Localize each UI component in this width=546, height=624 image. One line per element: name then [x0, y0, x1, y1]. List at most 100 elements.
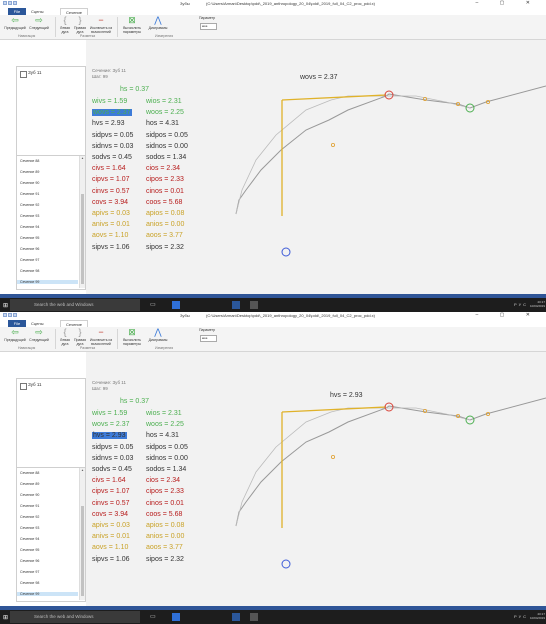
taskbar-search[interactable]: Search the web and Windows — [10, 611, 140, 623]
tooth-checkbox[interactable] — [20, 71, 27, 78]
measure-value[interactable]: cios = 2.34 — [146, 477, 180, 484]
word-icon[interactable] — [232, 301, 240, 309]
scroll-up-icon[interactable]: ▲ — [80, 156, 85, 160]
measure-value[interactable]: cipvs = 1.07 — [92, 488, 130, 495]
scroll-thumb[interactable] — [81, 506, 84, 596]
task-view-icon[interactable]: ▭ — [150, 301, 158, 309]
measure-value[interactable]: aoos = 3.77 — [146, 544, 183, 551]
measure-value[interactable]: aovs = 1.10 — [92, 544, 128, 551]
measure-value[interactable]: sidnos = 0.00 — [146, 143, 188, 150]
measure-value[interactable]: hvs = 2.93 — [92, 432, 127, 440]
measure-value[interactable]: cipvs = 1.07 — [92, 176, 130, 183]
section-list-item[interactable]: Сечение 94 — [20, 225, 39, 229]
measure-value[interactable]: wios = 2.31 — [146, 98, 182, 105]
measure-value[interactable]: apios = 0.08 — [146, 210, 184, 217]
window-controls[interactable]: – ▢ ✕ — [476, 312, 540, 318]
section-list-item[interactable]: Сечение 91 — [20, 192, 39, 196]
scroll-up-icon[interactable]: ▲ — [80, 468, 85, 472]
section-list-item[interactable]: Сечение 91 — [20, 504, 39, 508]
left-arc-button[interactable]: {Левая дуга — [58, 328, 72, 347]
section-list-item[interactable]: Сечение 97 — [20, 258, 39, 262]
exclude-button[interactable]: − Исключить из вычислений — [88, 328, 114, 347]
section-list-item[interactable]: Сечение 88 — [20, 471, 39, 475]
system-tray[interactable]: РУС — [514, 302, 528, 307]
taskbar-search[interactable]: Search the web and Windows — [10, 299, 140, 311]
app-taskbar-icon[interactable] — [250, 613, 258, 621]
tab-scenes[interactable]: Сцены — [26, 320, 48, 327]
compute-button[interactable]: ⊠ Вычислить параметры — [120, 328, 144, 347]
prev-button[interactable]: ⇦ Предыдущий — [4, 16, 26, 31]
parameter-select[interactable]: wos — [200, 23, 217, 30]
measure-value[interactable]: woos = 2.25 — [146, 421, 184, 428]
measure-value[interactable]: sidnvs = 0.03 — [92, 143, 133, 150]
measure-value[interactable]: cinvs = 0.57 — [92, 500, 130, 507]
left-arc-button[interactable]: {Левая дуга — [58, 16, 72, 35]
measure-value[interactable]: sidpos = 0.05 — [146, 444, 188, 451]
measure-value[interactable]: apivs = 0.03 — [92, 522, 130, 529]
word-icon[interactable] — [232, 613, 240, 621]
measure-value[interactable]: sidnos = 0.00 — [146, 455, 188, 462]
dropdown-icon[interactable] — [13, 1, 17, 5]
diagrams-button[interactable]: ⋀ Диаграммы — [146, 328, 170, 343]
task-view-icon[interactable]: ▭ — [150, 613, 158, 621]
measure-value[interactable]: civs = 1.64 — [92, 477, 126, 484]
section-list-item[interactable]: Сечение 92 — [20, 515, 39, 519]
section-list-item[interactable]: Сечение 92 — [20, 203, 39, 207]
windows-start-icon[interactable]: ⊞ — [3, 302, 8, 309]
prev-button[interactable]: ⇦ Предыдущий — [4, 328, 26, 343]
scroll-thumb[interactable] — [81, 194, 84, 284]
measure-value[interactable]: sidpos = 0.05 — [146, 132, 188, 139]
measure-value[interactable]: covs = 3.94 — [92, 199, 128, 206]
section-list-scrollbar[interactable]: ▲ — [79, 156, 85, 288]
measure-value[interactable]: wivs = 1.59 — [92, 410, 127, 417]
measure-value[interactable]: sodvs = 0.45 — [92, 154, 132, 161]
measure-value[interactable]: anios = 0.00 — [146, 533, 184, 540]
measure-value[interactable]: cipos = 2.33 — [146, 176, 184, 183]
measure-value[interactable]: sidpvs = 0.05 — [92, 444, 133, 451]
clock[interactable]: 20:17 10/04/2019 — [530, 612, 545, 620]
section-list-item[interactable]: Сечение 98 — [20, 269, 39, 273]
measure-value[interactable]: coos = 5.68 — [146, 511, 182, 518]
parameter-select[interactable]: wos — [200, 335, 217, 342]
clock[interactable]: 20:17 10/04/2019 — [530, 300, 545, 308]
section-list-item[interactable]: Сечение 97 — [20, 570, 39, 574]
measure-value[interactable]: sidnvs = 0.03 — [92, 455, 133, 462]
measure-value[interactable]: sipvs = 1.06 — [92, 244, 130, 251]
system-tray[interactable]: РУС — [514, 614, 528, 619]
measure-value[interactable]: wivs = 1.59 — [92, 98, 127, 105]
tab-file[interactable]: File — [8, 8, 26, 15]
measure-value[interactable]: sidpvs = 0.05 — [92, 132, 133, 139]
section-list-item[interactable]: Сечение 93 — [20, 214, 39, 218]
section-list-item[interactable]: Сечение 89 — [20, 170, 39, 174]
section-list-item[interactable]: Сечение 88 — [20, 159, 39, 163]
section-list-item[interactable]: Сечение 94 — [20, 537, 39, 541]
measure-value[interactable]: sodos = 1.34 — [146, 154, 186, 161]
measure-value[interactable]: hos = 4.31 — [146, 120, 179, 127]
window-controls[interactable]: – ▢ ✕ — [476, 0, 540, 6]
measure-value[interactable]: covs = 3.94 — [92, 511, 128, 518]
measure-value[interactable]: coos = 5.68 — [146, 199, 182, 206]
measure-value[interactable]: cinvs = 0.57 — [92, 188, 130, 195]
measure-value[interactable]: cipos = 2.33 — [146, 488, 184, 495]
measure-value[interactable]: sipos = 2.32 — [146, 244, 184, 251]
section-list-item[interactable]: Сечение 96 — [20, 559, 39, 563]
measure-value[interactable]: cios = 2.34 — [146, 165, 180, 172]
section-list-item[interactable]: Сечение 89 — [20, 482, 39, 486]
section-list-item[interactable]: Сечение 99 — [17, 280, 78, 284]
right-arc-button[interactable]: } Правая дуга — [73, 16, 87, 35]
section-list-item[interactable]: Сечение 99 — [17, 592, 78, 596]
tab-scenes[interactable]: Сцены — [26, 8, 48, 15]
measure-value[interactable]: anivs = 0.01 — [92, 533, 130, 540]
measure-value[interactable]: apios = 0.08 — [146, 522, 184, 529]
explorer-icon[interactable] — [172, 301, 180, 309]
measure-value[interactable]: aovs = 1.10 — [92, 232, 128, 239]
measure-value[interactable]: aoos = 3.77 — [146, 232, 183, 239]
quick-access-toolbar[interactable] — [3, 313, 25, 318]
next-button[interactable]: ⇨ Следующий — [28, 16, 50, 31]
measure-value[interactable]: anios = 0.00 — [146, 221, 184, 228]
measure-value[interactable]: sodvs = 0.45 — [92, 466, 132, 473]
windows-start-icon[interactable]: ⊞ — [3, 614, 8, 621]
measure-value[interactable]: sipos = 2.32 — [146, 556, 184, 563]
section-list-item[interactable]: Сечение 95 — [20, 548, 39, 552]
measure-value[interactable]: apivs = 0.03 — [92, 210, 130, 217]
